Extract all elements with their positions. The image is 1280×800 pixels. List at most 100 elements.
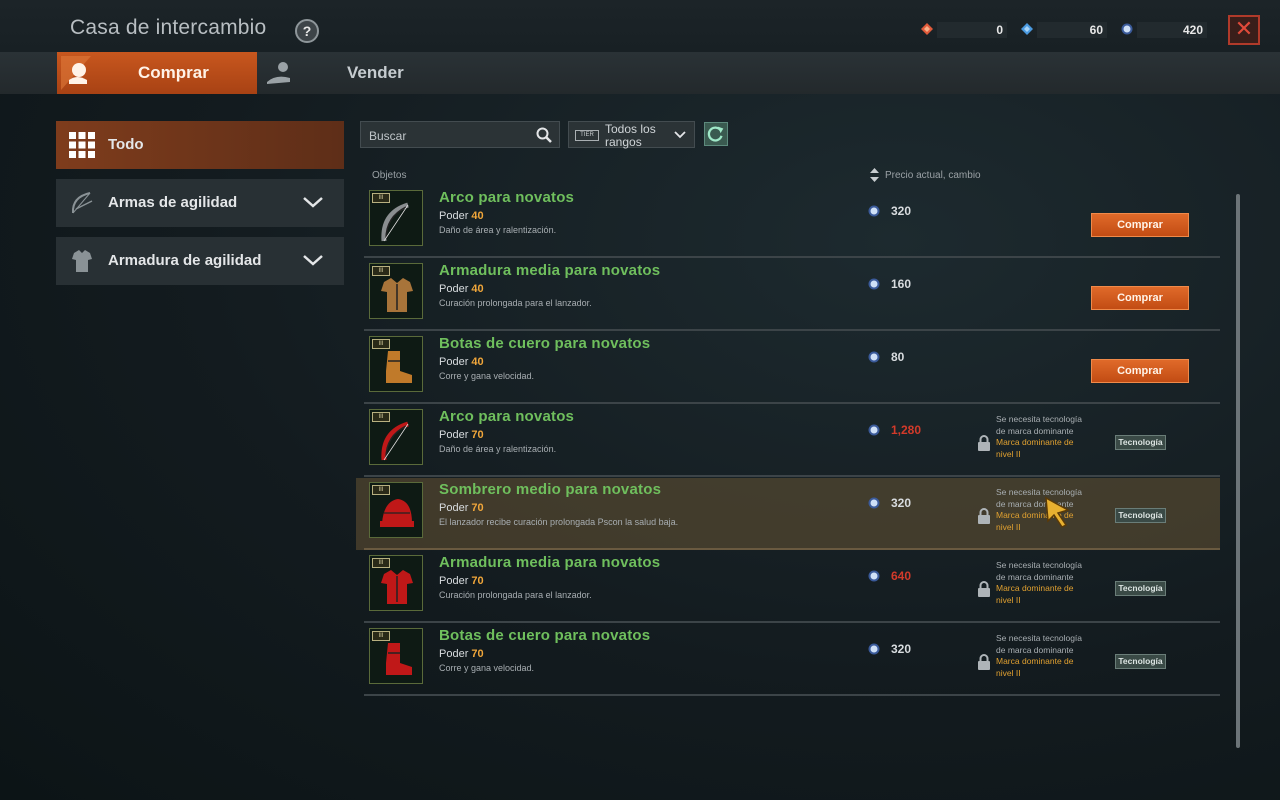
tab-buy[interactable]: Comprar <box>57 52 257 94</box>
rank-filter-dropdown[interactable]: TIER Todos los rangos <box>568 121 695 149</box>
power-value: 40 <box>471 356 484 368</box>
buy-button[interactable]: Comprar <box>1091 359 1189 383</box>
tech-button[interactable]: Tecnología <box>1115 654 1166 669</box>
buy-button[interactable]: Comprar <box>1091 286 1189 310</box>
item-row[interactable]: III Arco para novatos Poder 40 Daño de área… <box>356 186 1220 258</box>
item-name: Botas de cuero para novatos <box>439 627 651 644</box>
item-description: Daño de área y ralentización. <box>439 444 557 454</box>
item-name: Botas de cuero para novatos <box>439 335 651 352</box>
tech-button[interactable]: Tecnología <box>1115 435 1166 450</box>
silver-coin-icon <box>868 570 880 582</box>
buy-button[interactable]: Comprar <box>1091 213 1189 237</box>
grid-icon <box>69 132 95 158</box>
tech-button[interactable]: Tecnología <box>1115 581 1166 596</box>
item-price: 640 <box>891 569 912 583</box>
items-column-header: Objetos <box>372 170 407 181</box>
red-gem-icon <box>921 23 933 35</box>
requirement-text: Se necesita tecnología de marca dominant… <box>996 633 1092 679</box>
refresh-icon <box>707 126 724 142</box>
power-label: Poder <box>439 210 469 222</box>
power-label: Poder <box>439 429 469 441</box>
power-value: 70 <box>471 429 484 441</box>
item-row[interactable]: III Armadura media para novatos Poder 40 Cu… <box>356 259 1220 331</box>
item-price: 320 <box>891 496 912 510</box>
category-all[interactable]: Todo <box>56 121 344 169</box>
chevron-down-icon <box>303 197 323 208</box>
scrollbar[interactable] <box>1236 194 1240 748</box>
item-row[interactable]: III Sombrero medio para novatos Poder 70 El… <box>356 478 1220 550</box>
sort-icon[interactable] <box>870 168 879 182</box>
item-row[interactable]: III Botas de cuero para novatos Poder 70 Co… <box>356 624 1220 696</box>
row-divider <box>364 256 1220 258</box>
power-label: Poder <box>439 356 469 368</box>
lock-icon <box>978 581 990 597</box>
search-box <box>360 121 560 148</box>
power-label: Poder <box>439 502 469 514</box>
requirement-text: Se necesita tecnología de marca dominant… <box>996 560 1092 606</box>
row-divider <box>364 548 1220 550</box>
item-price: 80 <box>891 350 905 364</box>
tech-button[interactable]: Tecnología <box>1115 508 1166 523</box>
chevron-down-icon <box>674 131 686 139</box>
row-divider <box>364 329 1220 331</box>
tier-badge: TIER <box>575 130 599 141</box>
item-row[interactable]: III Armadura media para novatos Poder 70 Cu… <box>356 551 1220 623</box>
item-thumbnail: III <box>369 628 423 684</box>
lock-icon <box>978 435 990 451</box>
category-label: Armas de agilidad <box>108 194 238 211</box>
silver-coin-icon <box>868 497 880 509</box>
row-divider <box>364 402 1220 404</box>
rank-filter-label: Todos los rangos <box>605 122 656 149</box>
search-input[interactable] <box>367 126 531 146</box>
sell-icon <box>267 62 290 84</box>
search-icon[interactable] <box>535 126 553 144</box>
item-name: Sombrero medio para novatos <box>439 481 662 498</box>
item-power: Poder 70 <box>439 575 484 587</box>
power-label: Poder <box>439 648 469 660</box>
row-divider <box>364 621 1220 623</box>
window-title: Casa de intercambio <box>70 16 267 39</box>
currency-blue: 60 <box>1021 22 1107 38</box>
currency-red: 0 <box>921 22 1007 38</box>
armor-icon <box>381 278 413 312</box>
bow-icon <box>71 192 93 214</box>
item-thumbnail: III <box>369 263 423 319</box>
refresh-button[interactable] <box>704 122 728 146</box>
power-value: 40 <box>471 210 484 222</box>
boots-icon <box>386 351 412 383</box>
lock-icon <box>978 654 990 670</box>
tab-buy-label: Comprar <box>138 63 209 82</box>
silver-coin-icon <box>868 643 880 655</box>
power-label: Poder <box>439 575 469 587</box>
tab-sell-label: Vender <box>347 63 404 82</box>
item-power: Poder 40 <box>439 210 484 222</box>
power-value: 70 <box>471 502 484 514</box>
item-power: Poder 70 <box>439 502 484 514</box>
boots-icon <box>386 643 412 675</box>
item-description: Corre y gana velocidad. <box>439 371 535 381</box>
row-divider <box>364 694 1220 696</box>
hat-icon <box>380 499 414 527</box>
item-name: Armadura media para novatos <box>439 262 661 279</box>
item-row[interactable]: III Botas de cuero para novatos Poder 40 Co… <box>356 332 1220 404</box>
item-thumbnail: III <box>369 482 423 538</box>
silver-coin-icon <box>868 278 880 290</box>
item-thumbnail: III <box>369 190 423 246</box>
item-price: 1,280 <box>891 423 922 437</box>
item-name: Arco para novatos <box>439 189 575 206</box>
requirement-brand: Marca dominante de nivel II <box>996 583 1074 605</box>
power-value: 70 <box>471 648 484 660</box>
item-description: Curación prolongada para el lanzador. <box>439 298 592 308</box>
requirement-brand: Marca dominante de nivel II <box>996 437 1074 459</box>
category-label: Armadura de agilidad <box>108 252 262 269</box>
category-agility-weapons[interactable]: Armas de agilidad <box>56 179 344 227</box>
silver-coin-icon <box>868 205 880 217</box>
price-column-header: Precio actual, cambio <box>885 170 981 181</box>
close-button[interactable]: ✕ <box>1228 15 1260 45</box>
item-row[interactable]: III Arco para novatos Poder 70 Daño de área… <box>356 405 1220 477</box>
help-button[interactable]: ? <box>295 19 319 43</box>
category-agility-armor[interactable]: Armadura de agilidad <box>56 237 344 285</box>
close-icon: ✕ <box>1234 16 1254 41</box>
currency-amount: 0 <box>996 23 1003 37</box>
armor-icon <box>381 570 413 604</box>
